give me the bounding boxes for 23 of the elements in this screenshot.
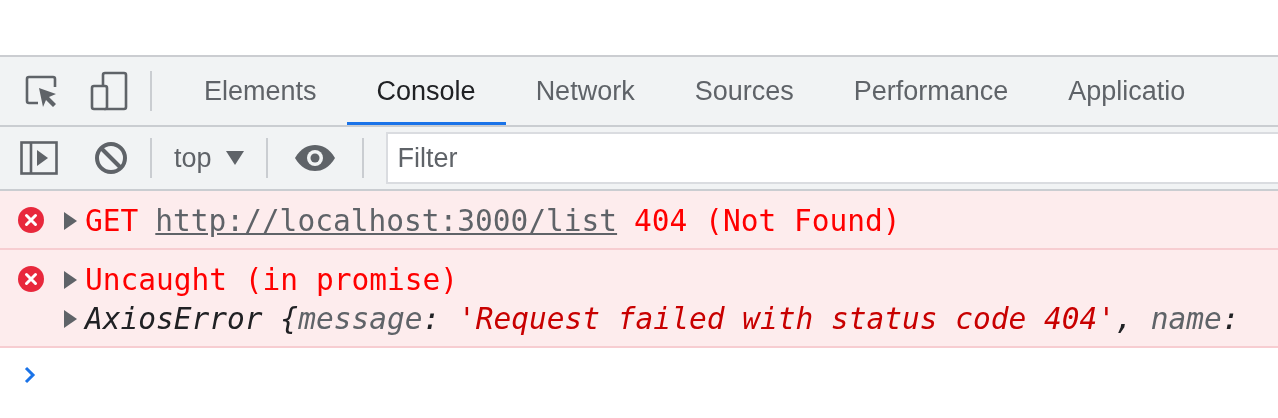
error-message: Uncaught (in promise): [85, 262, 458, 297]
sidebar-toggle-icon[interactable]: [20, 141, 58, 175]
panel-tab[interactable]: Elements: [174, 57, 347, 125]
error-icon: [18, 266, 44, 292]
prompt-chevron-icon: [24, 366, 36, 384]
dropdown-caret-icon: [225, 151, 244, 165]
status-text: 404 (Not Found): [634, 203, 901, 238]
panel-tab[interactable]: Network: [505, 57, 665, 125]
context-dropdown[interactable]: top: [174, 142, 244, 174]
eye-icon[interactable]: [293, 145, 336, 171]
panel-tab[interactable]: Performance: [823, 57, 1039, 125]
request-method: GET: [85, 203, 139, 238]
expand-triangle-icon[interactable]: [64, 270, 77, 289]
panel-tab[interactable]: Applicatio: [1038, 57, 1216, 125]
error-icon: [18, 207, 44, 233]
expand-triangle-icon[interactable]: [64, 309, 77, 328]
clear-console-icon[interactable]: [94, 141, 128, 175]
panel-tab[interactable]: Sources: [664, 57, 824, 125]
request-url-link[interactable]: http://localhost:3000/list: [155, 203, 618, 238]
expand-triangle-icon[interactable]: [64, 211, 77, 230]
filter-field[interactable]: Filter: [385, 132, 1278, 184]
device-toolbar-icon[interactable]: [90, 71, 128, 111]
object-preview: AxiosError {message: 'Request failed with status code 404', name:: [85, 301, 1240, 336]
